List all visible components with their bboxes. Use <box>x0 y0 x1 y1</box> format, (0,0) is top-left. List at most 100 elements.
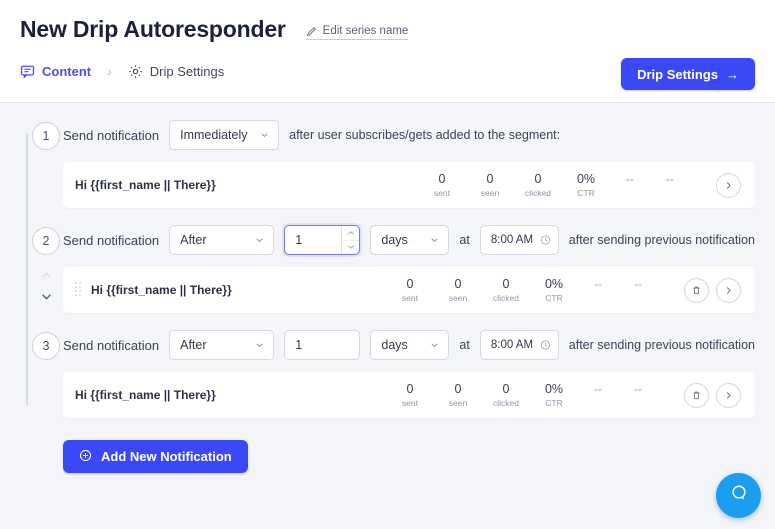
step-3: 3 Send notification After 1 days at 8:00… <box>20 328 755 418</box>
add-new-notification-label: Add New Notification <box>101 449 232 464</box>
delay-unit-select[interactable]: days <box>370 330 450 360</box>
delay-type-value: Immediately <box>180 128 248 142</box>
stat-sent: 0 sent <box>418 172 466 199</box>
add-new-notification-button[interactable]: Add New Notification <box>63 440 248 473</box>
send-time-value: 8:00 AM <box>490 234 534 246</box>
send-notification-label: Send notification <box>63 127 160 143</box>
send-time-input[interactable]: 8:00 AM <box>479 225 559 255</box>
tab-separator-icon: › <box>107 63 112 79</box>
notification-card-wrap: Hi {{first_name || There}} 0 sent 0 seen… <box>20 162 755 208</box>
stat-seen: 0 seen <box>434 382 482 409</box>
delay-type-select[interactable]: Immediately <box>169 120 280 150</box>
notification-title: Hi {{first_name || There}} <box>91 283 232 297</box>
delay-amount-value: 1 <box>295 338 303 352</box>
card-actions <box>716 172 741 198</box>
title-row: New Drip Autoresponder Edit series name <box>20 16 755 43</box>
stat-seen-label: seen <box>448 397 468 408</box>
notification-card[interactable]: Hi {{first_name || There}} 0 sent 0 seen… <box>63 372 755 418</box>
notification-card[interactable]: Hi {{first_name || There}} 0 sent 0 seen… <box>63 267 755 313</box>
tab-content-label: Content <box>42 63 92 79</box>
placeholder-dash-1: -- <box>594 276 602 291</box>
at-label: at <box>459 338 470 352</box>
delay-type-value: After <box>180 233 207 247</box>
stat-sent-value: 0 <box>438 171 446 186</box>
stat-ctr: 0% CTR <box>530 277 578 304</box>
delay-amount-value: 1 <box>295 233 303 247</box>
chevron-down-icon <box>254 235 265 246</box>
send-time-input[interactable]: 8:00 AM <box>479 330 559 360</box>
stat-seen-value: 0 <box>486 171 494 186</box>
step-1: 1 Send notification Immediately after us… <box>20 118 755 208</box>
tab-drip-settings[interactable]: Drip Settings <box>128 64 224 79</box>
stat-seen-value: 0 <box>454 381 462 396</box>
stat-ctr-label: CTR <box>577 187 595 198</box>
stat-ctr: 0% CTR <box>530 382 578 409</box>
clock-icon <box>540 235 551 246</box>
stat-ctr-label: CTR <box>545 397 563 408</box>
send-time-value: 8:00 AM <box>490 339 534 351</box>
move-down-icon[interactable] <box>40 290 53 303</box>
card-actions <box>684 277 741 303</box>
chevron-down-icon <box>429 235 440 246</box>
page-title: New Drip Autoresponder <box>20 16 286 42</box>
pencil-icon <box>306 26 317 37</box>
delay-amount-input[interactable]: 1 <box>284 330 361 360</box>
stat-clicked-value: 0 <box>502 381 510 396</box>
chevron-down-icon <box>259 130 270 141</box>
send-notification-label: Send notification <box>63 232 160 248</box>
placeholder-dash-2: -- <box>634 381 642 396</box>
delay-unit-value: days <box>381 338 408 352</box>
stat-sent-value: 0 <box>406 276 414 291</box>
delete-notification-button[interactable] <box>684 277 709 303</box>
delay-type-select[interactable]: After <box>169 330 275 360</box>
card-actions <box>684 382 741 408</box>
step-controls: Send notification After 1 days at 8:00 A… <box>20 328 755 362</box>
drip-settings-button[interactable]: Drip Settings → <box>621 58 755 90</box>
delay-amount-input[interactable]: 1 <box>284 225 361 255</box>
stat-seen-label: seen <box>448 292 468 303</box>
drip-settings-button-label: Drip Settings <box>637 66 718 82</box>
notification-title: Hi {{first_name || There}} <box>75 178 216 192</box>
help-widget-button[interactable] <box>716 473 761 518</box>
stat-clicked: 0 clicked <box>482 277 530 304</box>
notification-card-wrap: Hi {{first_name || There}} 0 sent 0 seen… <box>20 372 755 418</box>
step-number-badge: 3 <box>32 332 60 360</box>
placeholder-dash-1: -- <box>594 381 602 396</box>
step-number-badge: 2 <box>32 227 60 255</box>
open-notification-button[interactable] <box>716 277 741 303</box>
chevron-down-icon <box>429 340 440 351</box>
open-notification-button[interactable] <box>716 172 741 198</box>
stat-clicked-label: clicked <box>525 187 551 198</box>
arrow-right-icon: → <box>726 66 739 82</box>
delay-amount-stepper[interactable] <box>341 226 360 255</box>
tab-content[interactable]: Content <box>20 64 91 79</box>
clock-icon <box>540 340 551 351</box>
plus-circle-icon <box>79 449 92 465</box>
stat-seen: 0 seen <box>466 172 514 199</box>
delete-notification-button[interactable] <box>684 382 709 408</box>
stepper-down-icon[interactable] <box>342 241 359 255</box>
stat-ctr: 0% CTR <box>562 172 610 199</box>
stat-ctr-value: 0% <box>544 381 564 396</box>
delay-unit-select[interactable]: days <box>370 225 450 255</box>
stat-sent-label: sent <box>433 187 451 198</box>
open-notification-button[interactable] <box>716 382 741 408</box>
stat-seen-label: seen <box>480 187 500 198</box>
chevron-down-icon <box>254 340 265 351</box>
edit-series-name-label: Edit series name <box>322 25 409 37</box>
stat-sent-label: sent <box>401 292 419 303</box>
step-trailing-text: after sending previous notification <box>568 338 755 352</box>
stat-clicked: 0 clicked <box>482 382 530 409</box>
placeholder-dash-2: -- <box>634 276 642 291</box>
notification-card[interactable]: Hi {{first_name || There}} 0 sent 0 seen… <box>63 162 755 208</box>
page-header: New Drip Autoresponder Edit series name … <box>0 0 775 103</box>
edit-series-name-button[interactable]: Edit series name <box>305 25 409 40</box>
step-number-badge: 1 <box>32 122 60 150</box>
steps-container: 1 Send notification Immediately after us… <box>0 118 775 473</box>
stepper-up-icon[interactable] <box>342 226 360 241</box>
stat-clicked-label: clicked <box>493 397 519 408</box>
move-up-icon[interactable] <box>40 269 53 282</box>
drag-handle-icon[interactable] <box>75 282 83 298</box>
delay-type-select[interactable]: After <box>169 225 275 255</box>
stat-sent-label: sent <box>401 397 419 408</box>
